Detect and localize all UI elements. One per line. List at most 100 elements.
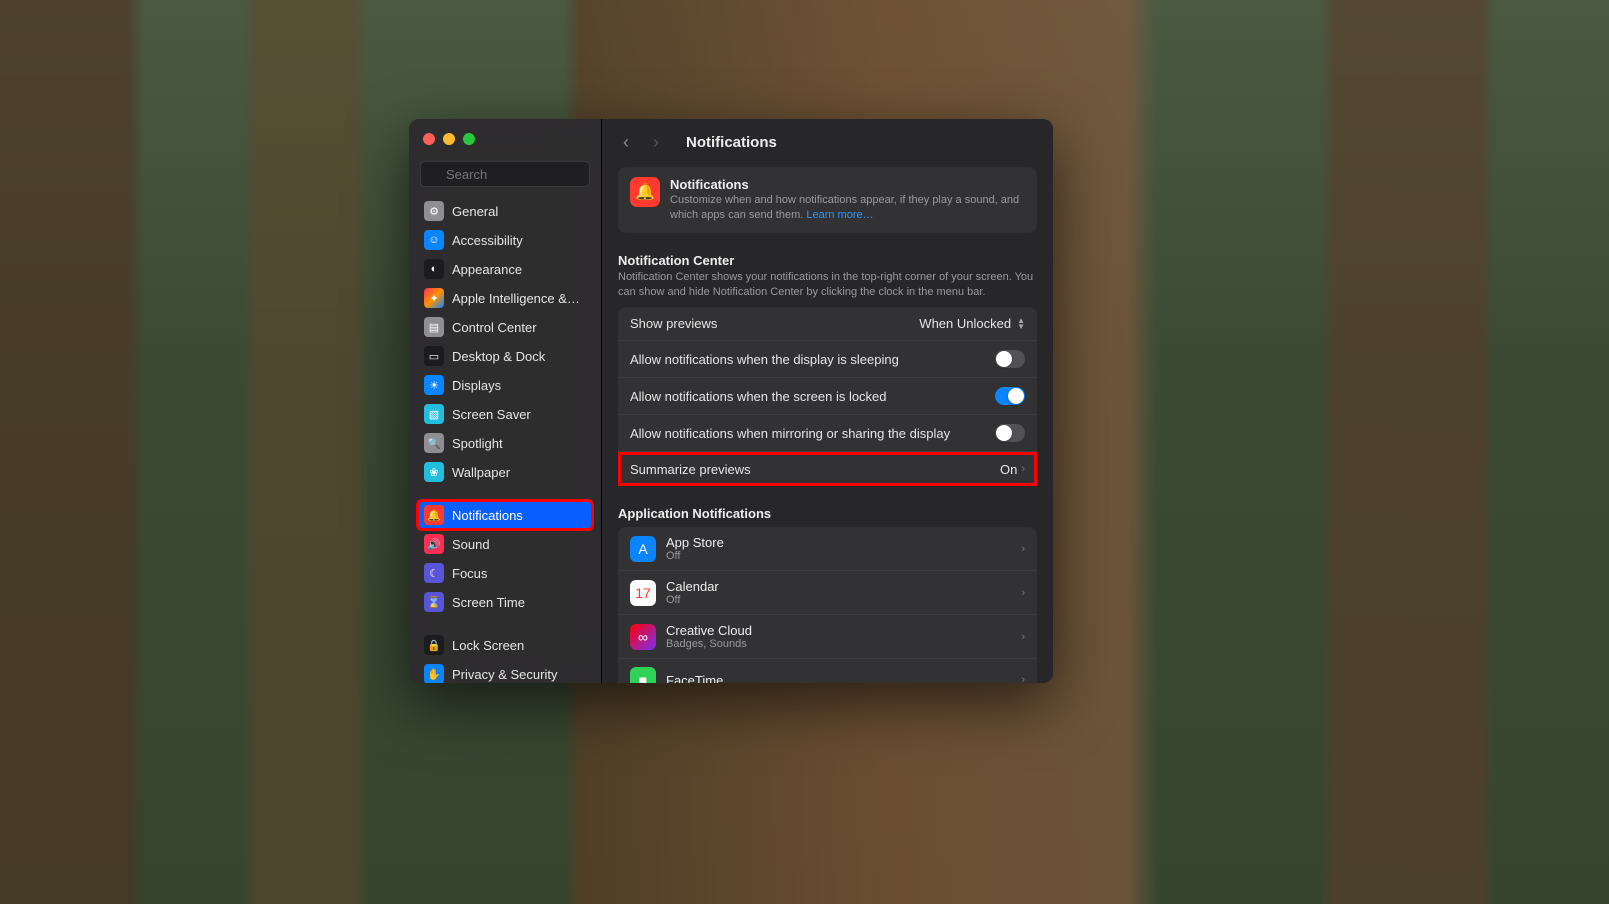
content-scroll[interactable]: 🔔 Notifications Customize when and how n… — [602, 165, 1053, 683]
nav-label: Wallpaper — [452, 465, 510, 480]
sidebar-item-screen-time[interactable]: ⌛Screen Time — [418, 588, 592, 616]
app-status: Badges, Sounds — [666, 638, 752, 650]
learn-more-link[interactable]: Learn more… — [806, 209, 873, 221]
nav-icon: ❀ — [424, 462, 444, 482]
apps-title: Application Notifications — [618, 506, 1037, 521]
nav-label: Displays — [452, 378, 501, 393]
allow-sleep-row: Allow notifications when the display is … — [618, 341, 1037, 378]
allow-mirror-toggle[interactable] — [995, 424, 1025, 442]
nav-icon: 🔔 — [424, 505, 444, 525]
app-status: Off — [666, 594, 719, 606]
sidebar-item-desktop-dock[interactable]: ▭ Desktop & Dock — [418, 342, 592, 370]
nav-label: Accessibility — [452, 233, 523, 248]
nav-icon: 🔍 — [424, 433, 444, 453]
nav-label: Sound — [452, 537, 490, 552]
nav-label: Lock Screen — [452, 638, 524, 653]
app-name: FaceTime — [666, 673, 723, 683]
sidebar-item-wallpaper[interactable]: ❀ Wallpaper — [418, 458, 592, 486]
sidebar-item-spotlight[interactable]: 🔍 Spotlight — [418, 429, 592, 457]
minimize-icon[interactable] — [443, 133, 455, 145]
show-previews-value[interactable]: When Unlocked▲▼ — [919, 316, 1025, 331]
app-name: Creative Cloud — [666, 623, 752, 638]
row-label: Allow notifications when mirroring or sh… — [630, 426, 950, 441]
forward-button[interactable]: › — [646, 132, 666, 152]
nav-icon: ✋ — [424, 664, 444, 683]
bell-icon: 🔔 — [630, 177, 660, 207]
sidebar-list[interactable]: ⚙ General ☺ Accessibility ◐ Appearance ✦ Apple … — [409, 197, 601, 683]
nav-icon: ▧ — [424, 404, 444, 424]
sidebar-item-general[interactable]: ⚙ General — [418, 197, 592, 225]
info-title: Notifications — [670, 177, 1025, 192]
nav-label: Control Center — [452, 320, 537, 335]
nav-icon: ☺ — [424, 230, 444, 250]
chevron-right-icon: › — [1021, 463, 1025, 475]
nav-label: Privacy & Security — [452, 667, 557, 682]
nav-icon: ☀ — [424, 375, 444, 395]
sidebar-item-accessibility[interactable]: ☺ Accessibility — [418, 226, 592, 254]
nc-title: Notification Center — [618, 253, 1037, 268]
summarize-value: On › — [1000, 462, 1025, 477]
nav-label: Spotlight — [452, 436, 503, 451]
nav-icon: ◐ — [424, 259, 444, 279]
zoom-icon[interactable] — [463, 133, 475, 145]
nav-label: Appearance — [452, 262, 522, 277]
nav-label: Apple Intelligence &… — [452, 291, 580, 306]
app-row-facetime[interactable]: ■FaceTime› — [618, 659, 1037, 683]
sidebar-item-notifications[interactable]: 🔔 Notifications — [418, 501, 592, 529]
row-label: Summarize previews — [630, 462, 751, 477]
summarize-previews-row[interactable]: Summarize previews On › — [618, 452, 1037, 486]
allow-sleep-toggle[interactable] — [995, 350, 1025, 368]
app-icon: 17 — [630, 580, 656, 606]
close-icon[interactable] — [423, 133, 435, 145]
nav-icon: ⌛ — [424, 592, 444, 612]
allow-locked-row: Allow notifications when the screen is l… — [618, 378, 1037, 415]
window-controls — [409, 133, 601, 145]
sidebar-item-lock-screen[interactable]: 🔒 Lock Screen — [418, 631, 592, 659]
allow-locked-toggle[interactable] — [995, 387, 1025, 405]
titlebar: ‹ › Notifications — [602, 119, 1053, 165]
chevron-right-icon: › — [1021, 543, 1025, 555]
search-input[interactable] — [420, 161, 590, 187]
sidebar-item-apple-intelligence-[interactable]: ✦ Apple Intelligence &… — [418, 284, 592, 312]
nc-settings-group: Show previews When Unlocked▲▼ Allow noti… — [618, 307, 1037, 486]
show-previews-row[interactable]: Show previews When Unlocked▲▼ — [618, 307, 1037, 341]
chevron-right-icon: › — [1021, 587, 1025, 599]
nav-label: General — [452, 204, 498, 219]
app-name: App Store — [666, 535, 724, 550]
nav-label: Screen Saver — [452, 407, 531, 422]
app-icon: A — [630, 536, 656, 562]
sidebar-item-privacy-security[interactable]: ✋ Privacy & Security — [418, 660, 592, 683]
nav-label: Focus — [452, 566, 487, 581]
app-row-creative-cloud[interactable]: ∞Creative CloudBadges, Sounds› — [618, 615, 1037, 659]
nc-desc: Notification Center shows your notificat… — [618, 270, 1037, 300]
sidebar-item-screen-saver[interactable]: ▧ Screen Saver — [418, 400, 592, 428]
back-button[interactable]: ‹ — [616, 132, 636, 152]
app-status: Off — [666, 550, 724, 562]
nav-label: Desktop & Dock — [452, 349, 545, 364]
main-pane: ‹ › Notifications 🔔 Notifications Custom… — [602, 119, 1053, 683]
nav-icon: ▭ — [424, 346, 444, 366]
allow-mirror-row: Allow notifications when mirroring or sh… — [618, 415, 1037, 452]
sidebar-item-control-center[interactable]: ▤ Control Center — [418, 313, 592, 341]
nav-icon: ▤ — [424, 317, 444, 337]
app-icon: ■ — [630, 667, 656, 683]
sidebar-item-displays[interactable]: ☀ Displays — [418, 371, 592, 399]
sidebar-item-sound[interactable]: 🔊 Sound — [418, 530, 592, 558]
app-row-app-store[interactable]: A App StoreOff › — [618, 527, 1037, 571]
page-title: Notifications — [686, 134, 777, 151]
apps-group: AApp StoreOff›17CalendarOff›∞Creative Cl… — [618, 527, 1037, 683]
row-label: Allow notifications when the display is … — [630, 352, 899, 367]
row-label: Show previews — [630, 316, 717, 331]
app-name: Calendar — [666, 579, 719, 594]
nav-icon: 🔊 — [424, 534, 444, 554]
sidebar-item-focus[interactable]: ☾Focus — [418, 559, 592, 587]
sidebar-item-appearance[interactable]: ◐ Appearance — [418, 255, 592, 283]
info-desc: Customize when and how notifications app… — [670, 193, 1025, 223]
nav-label: Notifications — [452, 508, 523, 523]
nav-icon: ⚙ — [424, 201, 444, 221]
nav-icon: ✦ — [424, 288, 444, 308]
app-row-calendar[interactable]: 17 CalendarOff › — [618, 571, 1037, 615]
sidebar: 🔍 ⚙ General ☺ Accessibility ◐ Appearance ✦ Appl… — [409, 119, 602, 683]
nav-icon: 🔒 — [424, 635, 444, 655]
row-label: Allow notifications when the screen is l… — [630, 389, 887, 404]
